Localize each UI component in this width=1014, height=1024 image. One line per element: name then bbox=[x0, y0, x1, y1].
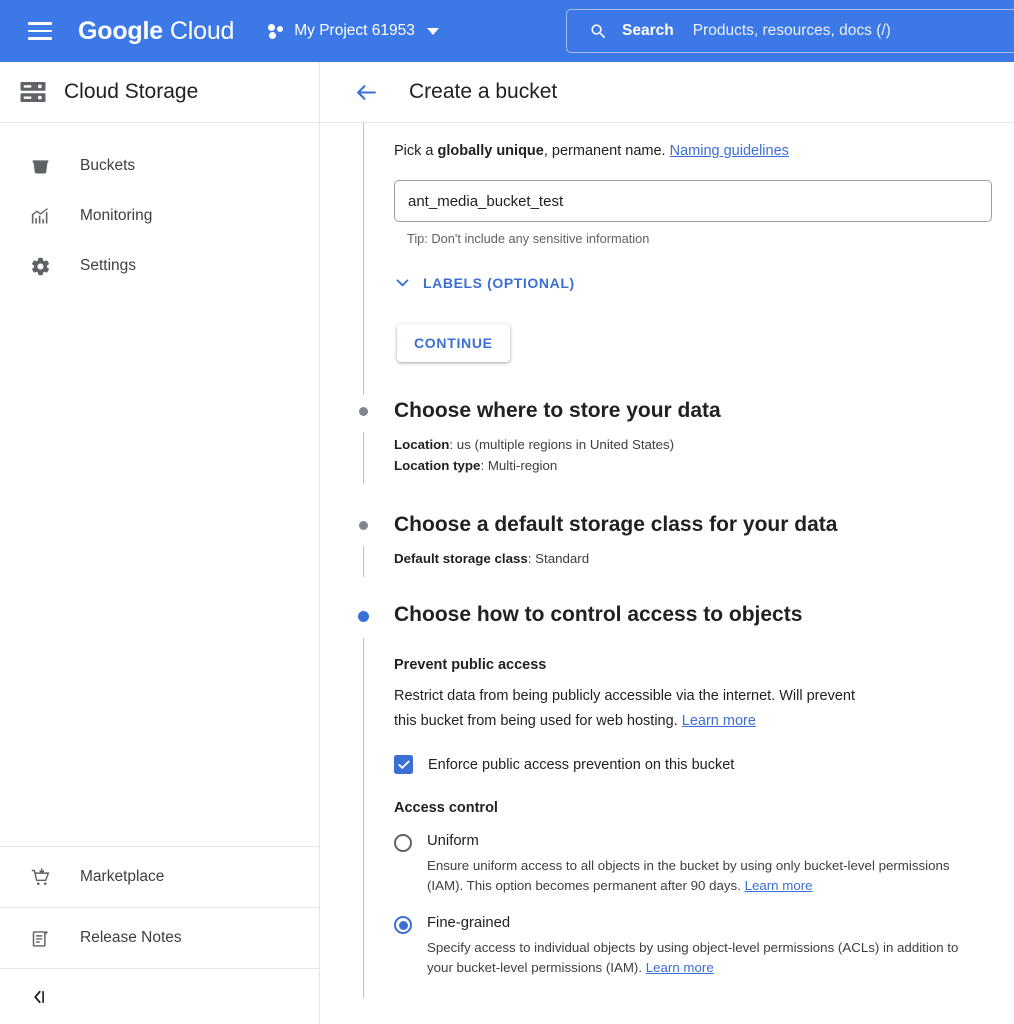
step-rail-line bbox=[363, 546, 364, 577]
access-control-heading: Access control bbox=[394, 800, 498, 816]
step-access-title[interactable]: Choose how to control access to objects bbox=[320, 602, 1014, 628]
project-dots-icon bbox=[268, 23, 286, 39]
sidebar-item-buckets[interactable]: Buckets bbox=[0, 141, 319, 191]
storage-server-icon bbox=[18, 77, 48, 107]
radio-fine-grained-description: Specify access to individual objects by … bbox=[427, 938, 972, 978]
chevron-down-icon bbox=[426, 27, 439, 35]
radio-uniform-desc-text: Ensure uniform access to all objects in … bbox=[427, 858, 950, 893]
summary-key: Location bbox=[394, 437, 450, 452]
sidebar-item-monitoring[interactable]: Monitoring bbox=[0, 191, 319, 241]
step-location-summary: Location: us (multiple regions in United… bbox=[320, 424, 1014, 476]
chart-icon bbox=[28, 206, 52, 227]
learn-more-link[interactable]: Learn more bbox=[646, 960, 714, 975]
step-name-your-bucket: Pick a globally unique, permanent name. … bbox=[320, 123, 1014, 362]
labels-expander[interactable]: LABELS (OPTIONAL) bbox=[394, 274, 575, 291]
sidebar-item-marketplace[interactable]: Marketplace bbox=[0, 846, 319, 907]
create-bucket-form: Pick a globally unique, permanent name. … bbox=[320, 123, 1014, 998]
bucket-name-input[interactable] bbox=[394, 180, 992, 222]
summary-key: Location type bbox=[394, 458, 481, 473]
prevent-text: Restrict data from being publicly access… bbox=[394, 688, 855, 729]
summary-key: Default storage class bbox=[394, 551, 528, 566]
continue-button[interactable]: CONTINUE bbox=[397, 324, 510, 362]
collapse-panel-icon bbox=[30, 988, 48, 1006]
enforce-public-access-checkbox[interactable] bbox=[394, 755, 413, 774]
step-rail-line bbox=[363, 638, 364, 998]
sidebar: Cloud Storage Buckets Monitoring Setting… bbox=[0, 62, 320, 1024]
enforce-public-access-label: Enforce public access prevention on this… bbox=[428, 756, 735, 773]
step-choose-location: Choose where to store your data Location… bbox=[320, 398, 1014, 484]
release-notes-icon bbox=[28, 928, 52, 949]
brand-cloud-text: Cloud bbox=[169, 16, 235, 45]
naming-guidelines-link[interactable]: Naming guidelines bbox=[670, 143, 789, 159]
project-name-label: My Project 61953 bbox=[294, 22, 415, 39]
radio-uniform-description: Ensure uniform access to all objects in … bbox=[427, 856, 972, 896]
sidebar-item-label: Monitoring bbox=[80, 207, 153, 224]
search-placeholder: Products, resources, docs (/) bbox=[692, 22, 891, 39]
sidebar-bottom-section: Marketplace Release Notes bbox=[0, 846, 319, 1024]
access-control-option-fine-grained[interactable]: Fine-grained Specify access to individua… bbox=[320, 914, 1014, 978]
marketplace-cart-icon bbox=[28, 867, 52, 888]
summary-value: : Standard bbox=[527, 551, 590, 566]
step-storage-class-title[interactable]: Choose a default storage class for your … bbox=[320, 512, 1014, 538]
search-label: Search bbox=[622, 22, 674, 39]
chevron-down-icon bbox=[394, 274, 411, 291]
main-panel: Create a bucket Pick a globally unique, … bbox=[320, 62, 1014, 1024]
prevent-public-access-description: Restrict data from being publicly access… bbox=[320, 684, 880, 734]
sidebar-item-label: Marketplace bbox=[80, 868, 165, 885]
sidebar-product-header: Cloud Storage bbox=[0, 62, 319, 123]
page-title: Create a bucket bbox=[409, 80, 558, 103]
search-bar[interactable]: Search Products, resources, docs (/) bbox=[566, 9, 1014, 53]
radio-uniform[interactable] bbox=[394, 834, 412, 852]
summary-row: Default storage class: Standard bbox=[394, 548, 1014, 569]
radio-fine-grained-label: Fine-grained bbox=[427, 915, 511, 931]
sidebar-collapse-button[interactable] bbox=[0, 968, 319, 1024]
desc-prefix: Pick a bbox=[394, 143, 438, 159]
enforce-public-access-prevention-row[interactable]: Enforce public access prevention on this… bbox=[320, 755, 1014, 774]
search-icon bbox=[589, 22, 608, 41]
step-location-title[interactable]: Choose where to store your data bbox=[320, 398, 1014, 424]
sidebar-item-label: Release Notes bbox=[80, 929, 182, 946]
brand-google-text: Google bbox=[78, 16, 163, 45]
desc-bold: globally unique bbox=[437, 143, 544, 159]
page-header: Create a bucket bbox=[320, 62, 1014, 123]
labels-expander-label: LABELS (OPTIONAL) bbox=[423, 274, 575, 291]
step-bullet-active bbox=[358, 611, 369, 622]
sidebar-item-label: Settings bbox=[80, 257, 137, 274]
learn-more-link[interactable]: Learn more bbox=[682, 713, 756, 729]
sidebar-item-release-notes[interactable]: Release Notes bbox=[0, 907, 319, 968]
summary-row: Location: us (multiple regions in United… bbox=[394, 434, 1014, 455]
step-choose-storage-class: Choose a default storage class for your … bbox=[320, 512, 1014, 577]
summary-value: : Multi-region bbox=[480, 458, 558, 473]
access-control-option-uniform[interactable]: Uniform Ensure uniform access to all obj… bbox=[320, 832, 1014, 896]
step-bullet bbox=[359, 521, 368, 530]
desc-suffix: , permanent name. bbox=[543, 143, 670, 159]
radio-uniform-label: Uniform bbox=[427, 833, 479, 849]
bucket-name-tip: Tip: Don't include any sensitive informa… bbox=[407, 231, 650, 246]
bucket-icon bbox=[28, 156, 52, 177]
sidebar-item-label: Buckets bbox=[80, 157, 136, 174]
sidebar-product-title: Cloud Storage bbox=[64, 80, 199, 103]
summary-row: Location type: Multi-region bbox=[394, 455, 1014, 476]
sidebar-item-settings[interactable]: Settings bbox=[0, 241, 319, 291]
step-choose-access-control: Choose how to control access to objects … bbox=[320, 602, 1014, 998]
gear-icon bbox=[28, 256, 52, 277]
hamburger-menu-icon[interactable] bbox=[28, 22, 52, 40]
top-app-bar: Google Cloud My Project 61953 Search Pro… bbox=[0, 0, 1014, 62]
step-storage-class-summary: Default storage class: Standard bbox=[320, 538, 1014, 569]
sidebar-nav-list: Buckets Monitoring Settings bbox=[0, 123, 319, 291]
back-arrow-icon[interactable] bbox=[354, 80, 379, 105]
google-cloud-logo[interactable]: Google Cloud bbox=[78, 17, 234, 46]
bucket-name-description: Pick a globally unique, permanent name. … bbox=[394, 123, 1014, 161]
learn-more-link[interactable]: Learn more bbox=[745, 878, 813, 893]
prevent-public-access-heading: Prevent public access bbox=[394, 657, 547, 673]
step-rail-line bbox=[363, 432, 364, 484]
radio-fine-grained[interactable] bbox=[394, 916, 412, 934]
project-selector[interactable]: My Project 61953 bbox=[268, 22, 439, 40]
step-bullet bbox=[359, 407, 368, 416]
summary-value: : us (multiple regions in United States) bbox=[449, 437, 675, 452]
